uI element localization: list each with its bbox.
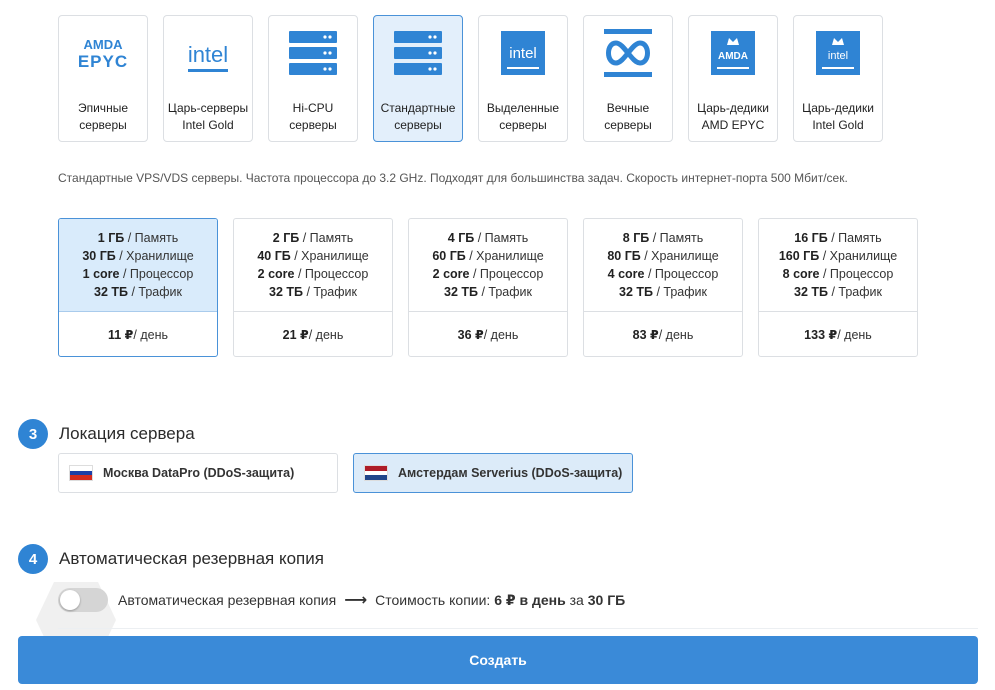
plan-price: 133 ₽ / день	[804, 327, 872, 343]
svg-text:EPYC: EPYC	[78, 52, 128, 71]
server-type-label: Вечные серверы	[604, 101, 652, 132]
step-number: 4	[18, 544, 48, 574]
server-rack-icon	[390, 25, 446, 81]
plan-card[interactable]: 16 ГБ / Память 160 ГБ / Хранилище 8 core…	[758, 218, 918, 357]
step-title: Автоматическая резервная копия	[59, 549, 324, 568]
server-type-epic[interactable]: AMDA EPYC Эпичные серверы	[58, 15, 148, 142]
server-type-tsar-intel[interactable]: intel Царь-серверы Intel Gold	[163, 15, 253, 142]
plan-specs: 4 ГБ / Память 60 ГБ / Хранилище 2 core /…	[409, 219, 567, 312]
arrow-right-icon: ⟶	[344, 592, 368, 609]
location-name: Москва DataPro (DDoS-защита)	[103, 466, 295, 480]
backup-cost: Стоимость копии: 6 ₽ в день за 30 ГБ	[375, 591, 626, 608]
step-number: 3	[18, 419, 48, 449]
step-title: Локация сервера	[59, 424, 195, 443]
plan-specs: 8 ГБ / Память 80 ГБ / Хранилище 4 core /…	[584, 219, 742, 312]
server-type-dedicated[interactable]: intel Выделенные серверы	[478, 15, 568, 142]
intel-chip-icon: intel	[495, 25, 551, 81]
server-type-label: Эпичные серверы	[77, 101, 128, 132]
plan-specs: 16 ГБ / Память 160 ГБ / Хранилище 8 core…	[759, 219, 917, 312]
step-location-header: 3 Локация сервера	[18, 419, 195, 449]
netherlands-flag-icon	[364, 465, 388, 481]
server-type-standard[interactable]: Стандартные серверы	[373, 15, 463, 142]
plan-price: 21 ₽ / день	[282, 327, 344, 343]
plan-card[interactable]: 8 ГБ / Память 80 ГБ / Хранилище 4 core /…	[583, 218, 743, 357]
intel-icon: intel	[180, 25, 236, 81]
backup-label: Автоматическая резервная копия	[118, 592, 337, 608]
plan-specs: 1 ГБ / Память 30 ГБ / Хранилище 1 core /…	[59, 219, 217, 312]
svg-text:AMDA: AMDA	[718, 51, 748, 62]
russia-flag-icon	[69, 465, 93, 481]
svg-text:intel: intel	[828, 50, 848, 62]
infinity-server-icon	[600, 25, 656, 81]
step-backup-header: 4 Автоматическая резервная копия	[18, 544, 324, 574]
plan-list: 1 ГБ / Память 30 ГБ / Хранилище 1 core /…	[58, 218, 918, 357]
location-name: Амстердам Serverius (DDoS-защита)	[398, 466, 623, 480]
server-type-tsar-amd-dedicated[interactable]: AMDA Царь-дедики AMD EPYC	[688, 15, 778, 142]
plan-price: 83 ₽ / день	[632, 327, 694, 343]
server-type-label: Царь-дедики AMD EPYC	[697, 101, 769, 132]
plan-card[interactable]: 1 ГБ / Память 30 ГБ / Хранилище 1 core /…	[58, 218, 218, 357]
svg-text:intel: intel	[188, 42, 228, 67]
plan-price: 36 ₽ / день	[457, 327, 519, 343]
create-button[interactable]: Создать	[18, 636, 978, 684]
backup-option: Автоматическая резервная копия ⟶ Стоимос…	[58, 588, 625, 612]
server-type-label: Стандартные серверы	[380, 101, 456, 132]
server-type-tsar-intel-dedicated[interactable]: intel Царь-дедики Intel Gold	[793, 15, 883, 142]
toggle-knob	[60, 590, 80, 610]
location-list: Москва DataPro (DDoS-защита) Амстердам S…	[58, 453, 633, 493]
server-type-eternal[interactable]: Вечные серверы	[583, 15, 673, 142]
server-rack-icon	[285, 25, 341, 81]
plan-card[interactable]: 4 ГБ / Память 60 ГБ / Хранилище 2 core /…	[408, 218, 568, 357]
server-type-hicpu[interactable]: Hi-CPU серверы	[268, 15, 358, 142]
server-type-label: Hi-CPU серверы	[289, 101, 337, 132]
divider	[58, 628, 978, 629]
svg-text:intel: intel	[509, 45, 537, 62]
plan-specs: 2 ГБ / Память 40 ГБ / Хранилище 2 core /…	[234, 219, 392, 312]
location-moscow[interactable]: Москва DataPro (DDoS-защита)	[58, 453, 338, 493]
intel-crown-chip-icon: intel	[810, 25, 866, 81]
plan-card[interactable]: 2 ГБ / Память 40 ГБ / Хранилище 2 core /…	[233, 218, 393, 357]
server-type-label: Царь-серверы Intel Gold	[167, 101, 249, 132]
amd-crown-chip-icon: AMDA	[705, 25, 761, 81]
backup-toggle[interactable]	[58, 588, 108, 612]
amd-epyc-icon: AMDA EPYC	[75, 25, 131, 81]
plan-price: 11 ₽ / день	[108, 327, 168, 343]
server-type-label: Царь-дедики Intel Gold	[802, 101, 874, 132]
svg-text:AMDA: AMDA	[84, 37, 124, 52]
server-type-description: Стандартные VPS/VDS серверы. Частота про…	[58, 171, 848, 185]
server-type-list: AMDA EPYC Эпичные серверы intel Царь-серв…	[58, 15, 883, 142]
server-type-label: Выделенные серверы	[486, 101, 560, 132]
location-amsterdam[interactable]: Амстердам Serverius (DDoS-защита)	[353, 453, 633, 493]
